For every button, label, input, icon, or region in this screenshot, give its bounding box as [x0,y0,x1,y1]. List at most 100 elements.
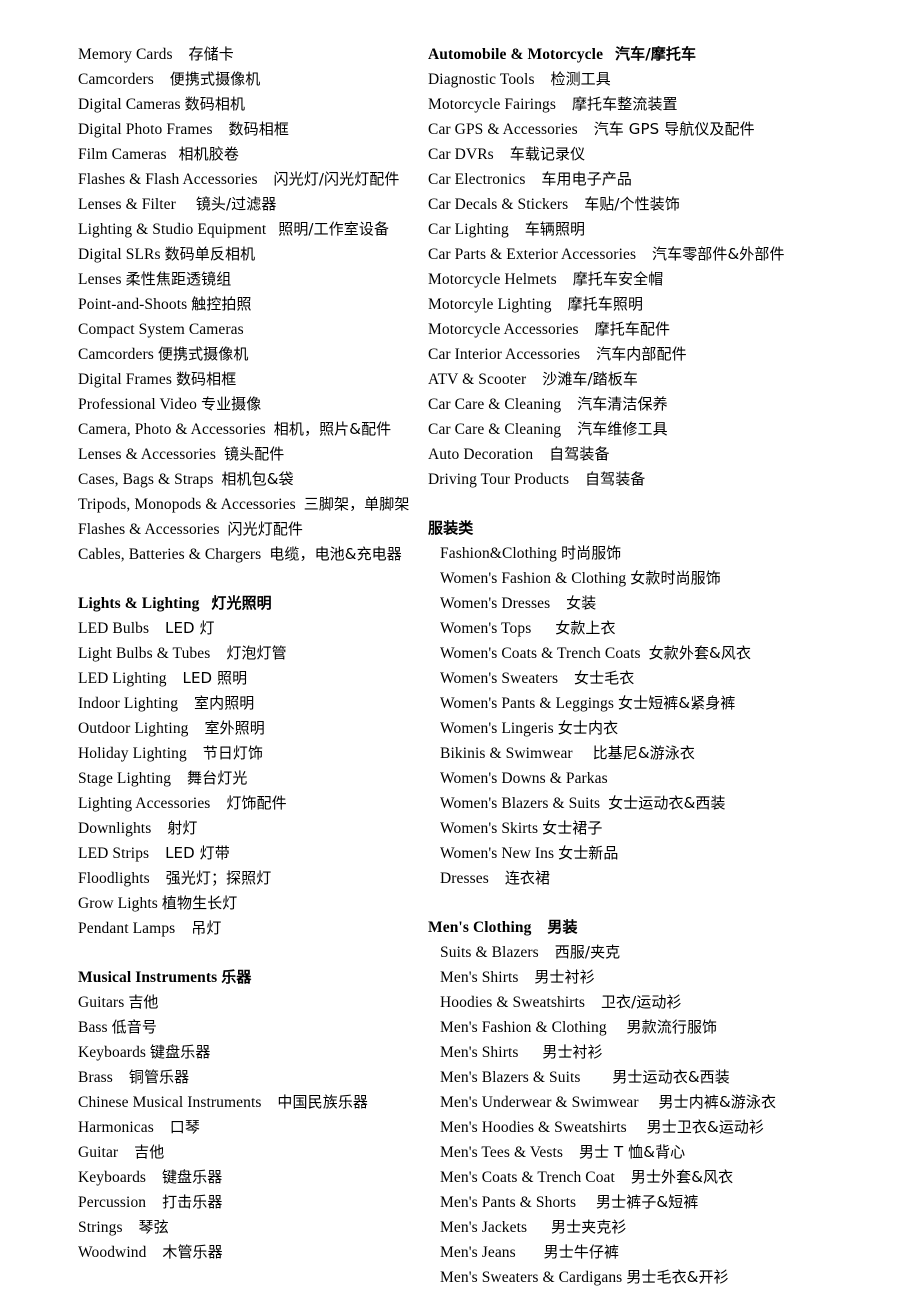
entry-english: Men's Clothing [428,919,532,936]
entry-chinese: 男士内裤&游泳衣 [658,1093,777,1111]
entry-english: Lenses [78,271,122,288]
category-entry: Bass 低音号 [78,1015,420,1040]
entry-chinese: 女款时尚服饰 [630,569,721,587]
entry-english: Brass [78,1069,113,1086]
entry-english: Men's Sweaters & Cardigans [440,1269,623,1286]
entry-chinese: 男士衬衫 [534,968,595,986]
entry-english: Keyboards [78,1169,147,1186]
entry-gap [627,1119,647,1136]
entry-english: Point-and-Shoots [78,296,188,313]
section-fashion-clothing: 服装类 Fashion&Clothing 时尚服饰 Women's Fashion … [428,516,920,891]
category-entry: Cables, Batteries & Chargers 电缆，电池&充电器 [78,542,420,567]
entry-chinese: 相机胶卷 [178,145,239,163]
category-entry: Men's Pants & Shorts 男士裤子&短裤 [428,1190,920,1215]
entry-chinese: 键盘乐器 [161,1168,223,1186]
entry-chinese: 汽车维修工具 [577,420,668,438]
entry-gap [151,820,167,837]
entry-chinese: 车辆照明 [524,220,586,238]
entry-chinese: 女士内衣 [557,719,619,737]
entry-gap [296,496,304,513]
entry-gap [216,446,224,463]
entry-chinese: 数码相机 [184,95,246,113]
entry-english: Guitars [78,994,125,1011]
entry-chinese: 检测工具 [550,70,611,88]
entry-chinese: 专业摄像 [200,395,262,413]
entry-chinese: 闪光灯配件 [227,520,304,538]
entry-gap [187,745,203,762]
category-entry: Lighting Accessories 灯饰配件 [78,791,420,816]
entry-chinese: 男士夹克衫 [551,1218,627,1236]
entry-english: Men's Pants & Shorts [440,1194,577,1211]
category-entry: Digital Cameras 数码相机 [78,92,420,117]
category-entry: Car Parts & Exterior Accessories 汽车零部件&外… [428,242,920,267]
entry-gap [167,146,179,163]
entry-english: Driving Tour Products [428,471,570,488]
category-entry: Keyboards 键盘乐器 [78,1040,420,1065]
entry-gap [210,645,226,662]
entry-gap [568,196,584,213]
entry-chinese: 车载记录仪 [509,145,586,163]
entry-english: Keyboards [78,1044,147,1061]
entry-english: Men's Fashion & Clothing [440,1019,607,1036]
entry-chinese: 男士毛衣&开衫 [626,1268,729,1286]
entry-gap [489,870,505,887]
entry-english: Camcorders [78,71,154,88]
category-entry: Flashes & Accessories 闪光灯配件 [78,517,420,542]
entry-chinese: 低音号 [111,1018,157,1036]
entry-chinese: 汽车 GPS 导航仪及配件 [593,120,755,138]
entry-english: Outdoor Lighting [78,720,189,737]
two-column-layout: Memory Cards 存储卡 Camcorders 便携式摄像机 Digital… [0,42,920,1290]
category-entry: Car Lighting 车辆照明 [428,217,920,242]
category-entry: Stage Lighting 舞台灯光 [78,766,420,791]
entry-chinese: 植物生长灯 [161,894,238,912]
entry-gap [213,121,229,138]
entry-english: Digital SLRs [78,246,161,263]
entry-english: Men's Jackets [440,1219,528,1236]
entry-chinese: LED 灯带 [165,844,230,862]
entry-chinese: 女士裙子 [542,819,603,837]
category-entry: Men's Hoodies & Sweatshirts 男士卫衣&运动衫 [428,1115,920,1140]
entry-english: Motorcyle Lighting [428,296,552,313]
category-entry: Dresses 连衣裙 [428,866,920,891]
section-automobile-motorcycle: Automobile & Motorcycle 汽车/摩托车 Diagnostic… [428,42,920,492]
entry-english: Pendant Lamps [78,920,176,937]
entry-english: Motorcycle Helmets [428,271,557,288]
entry-english: Women's Coats & Trench Coats [440,645,641,662]
entry-english: Men's Shirts [440,969,519,986]
entry-gap [558,670,574,687]
entry-english: Car Interior Accessories [428,346,581,363]
left-column: Memory Cards 存储卡 Camcorders 便携式摄像机 Digital… [0,42,420,1265]
category-entry: Men's Underwear & Swimwear 男士内裤&游泳衣 [428,1090,920,1115]
entry-chinese: 舞台灯光 [187,769,248,787]
entry-gap [175,920,191,937]
category-entry: Lenses & Filter 镜头/过滤器 [78,192,420,217]
entry-chinese: 男士牛仔裤 [543,1243,620,1261]
category-entry: Bikinis & Swimwear 比基尼&游泳衣 [428,741,920,766]
section-header: Lights & Lighting 灯光照明 [78,591,420,616]
entry-english: Auto Decoration [428,446,534,463]
category-entry: Men's Blazers & Suits 男士运动衣&西装 [428,1065,920,1090]
entry-chinese: 中国民族乐器 [277,1093,369,1111]
entry-chinese: 铜管乐器 [128,1068,190,1086]
category-entry: Downlights 射灯 [78,816,420,841]
entry-chinese: 三脚架，单脚架 [303,495,410,513]
entry-chinese: 摩托车安全帽 [572,270,664,288]
entry-english: Flashes & Flash Accessories [78,171,258,188]
entry-english: LED Bulbs [78,620,150,637]
entry-gap [607,1019,627,1036]
entry-english: Guitar [78,1144,119,1161]
entry-gap [123,1219,139,1236]
entry-gap [176,196,196,213]
entry-chinese: 电缆，电池&充电器 [269,545,402,563]
category-entry: LED Lighting LED 照明 [78,666,420,691]
entry-chinese: 键盘乐器 [150,1043,211,1061]
entry-chinese: 女士运动衣&西装 [608,794,726,812]
entry-english: Motorcycle Accessories [428,321,579,338]
entry-chinese: 存储卡 [188,45,234,63]
section-header: Automobile & Motorcycle 汽车/摩托车 [428,42,920,67]
entry-english: Women's Skirts [440,820,539,837]
entry-chinese: 车贴/个性装饰 [584,195,680,213]
entry-english: Grow Lights [78,895,158,912]
entry-english: Diagnostic Tools [428,71,535,88]
